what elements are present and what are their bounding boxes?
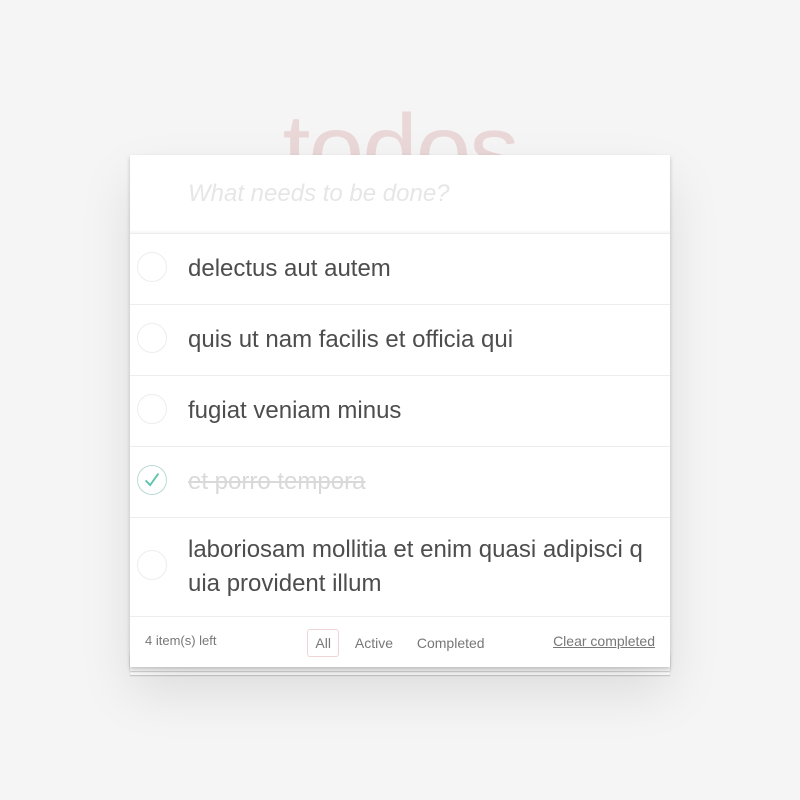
todo-toggle[interactable] (137, 323, 167, 353)
todo-toggle[interactable] (137, 394, 167, 424)
todo-app: delectus aut autem quis ut nam facilis e… (130, 155, 670, 675)
todo-toggle[interactable] (137, 252, 167, 282)
todo-item[interactable]: fugiat veniam minus (130, 376, 670, 447)
todo-item[interactable]: delectus aut autem (130, 234, 670, 305)
todo-toggle[interactable] (137, 465, 167, 495)
todo-item[interactable]: laboriosam mollitia et enim quasi adipis… (130, 518, 670, 617)
filter-active[interactable]: Active (347, 629, 401, 657)
todo-label: quis ut nam facilis et officia qui (188, 326, 514, 353)
todo-label: fugiat veniam minus (188, 397, 402, 424)
filter-completed[interactable]: Completed (409, 629, 493, 657)
todo-label: laboriosam mollitia et enim quasi adipis… (188, 536, 643, 597)
todo-label: et porro tempora (188, 468, 366, 495)
todo-label: delectus aut autem (188, 255, 391, 282)
todo-item[interactable]: quis ut nam facilis et officia qui (130, 305, 670, 376)
filter-all[interactable]: All (307, 629, 339, 657)
todo-footer: 4 item(s) left All Active Completed Clea… (130, 617, 670, 667)
clear-completed-button[interactable]: Clear completed (553, 633, 655, 649)
todo-toggle[interactable] (137, 550, 167, 580)
todo-item[interactable]: et porro tempora (130, 447, 670, 518)
todo-card: delectus aut autem quis ut nam facilis e… (130, 155, 670, 667)
new-todo-header (130, 155, 670, 234)
todo-list: delectus aut autem quis ut nam facilis e… (130, 234, 670, 617)
new-todo-input[interactable] (188, 175, 648, 213)
check-icon (144, 473, 160, 487)
